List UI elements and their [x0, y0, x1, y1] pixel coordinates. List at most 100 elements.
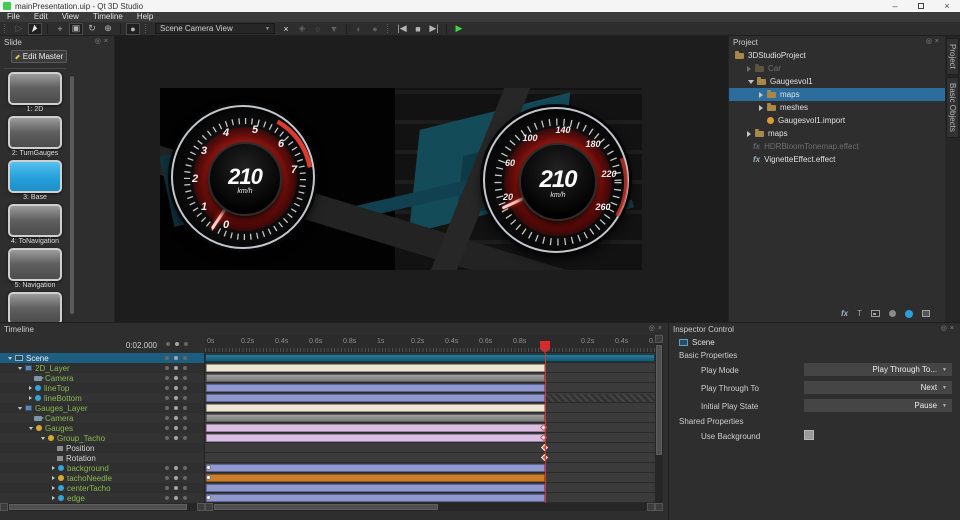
- pin-icon[interactable]: ◎: [926, 38, 935, 45]
- row-toggles[interactable]: [165, 366, 192, 371]
- slide-thumbnail[interactable]: [8, 248, 62, 281]
- track-tachoneedle[interactable]: [205, 473, 655, 483]
- tracks-horizontal-scrollbar[interactable]: [205, 503, 655, 511]
- menu-help[interactable]: Help: [130, 12, 160, 22]
- pin-icon[interactable]: ◎: [649, 325, 658, 332]
- select-tool[interactable]: [28, 23, 42, 35]
- collapse-arrow-icon[interactable]: [29, 427, 33, 430]
- slide-item[interactable]: 5: Navigation: [0, 248, 70, 289]
- slide-thumbnail[interactable]: [8, 72, 62, 105]
- timeline-row-rotation[interactable]: Rotation: [0, 453, 204, 463]
- slide-thumbnail[interactable]: [8, 116, 62, 149]
- step-forward-button[interactable]: ▶|: [427, 23, 441, 35]
- row-toggles[interactable]: [165, 436, 192, 441]
- playhead-time-field[interactable]: 0:02.000: [126, 341, 157, 350]
- orbit-tool[interactable]: ▼: [327, 23, 341, 35]
- timeline-row-2d-layer[interactable]: 2D_Layer: [0, 363, 204, 373]
- tab-basic-objects[interactable]: Basic Objects: [946, 77, 959, 138]
- track-edge[interactable]: [205, 493, 655, 503]
- timeline-row-group-tacho[interactable]: Group_Tacho: [0, 433, 204, 443]
- timeline-row-edge[interactable]: edge: [0, 493, 204, 503]
- expand-arrow-icon[interactable]: [52, 486, 55, 490]
- rewind-button[interactable]: |◀: [395, 23, 409, 35]
- time-bar[interactable]: [206, 384, 545, 392]
- pin-icon[interactable]: ◎: [941, 325, 950, 332]
- timeline-row-camera[interactable]: Camera: [0, 373, 204, 383]
- add-component-icon[interactable]: [922, 310, 930, 317]
- row-toggles[interactable]: [165, 476, 192, 481]
- sticky-select-toggle[interactable]: ●: [126, 23, 140, 35]
- time-bar[interactable]: [206, 414, 545, 422]
- row-toggles[interactable]: [165, 376, 192, 381]
- slide-item[interactable]: 4: ToNavigation: [0, 204, 70, 245]
- collapse-arrow-icon[interactable]: [18, 407, 22, 410]
- add-image-icon[interactable]: [871, 310, 880, 317]
- scene-viewport[interactable]: 210 km/h 0 1 2 3 4 5 6 7 210 km/h 20: [115, 36, 728, 322]
- minimize-button[interactable]: –: [882, 0, 908, 12]
- track-rotation[interactable]: [205, 453, 655, 463]
- playhead-handle[interactable]: [540, 341, 550, 353]
- keyframe-circle[interactable]: [206, 495, 211, 500]
- play-button[interactable]: ▶: [452, 23, 466, 35]
- initial-play-state-dropdown[interactable]: Pause ▼: [804, 399, 952, 412]
- tree-item-vignetteeffect-effect[interactable]: fxVignetteEffect.effect: [729, 153, 946, 166]
- expand-arrow-icon[interactable]: [52, 496, 55, 500]
- timeline-row-gauges-layer[interactable]: Gauges_Layer: [0, 403, 204, 413]
- time-bar[interactable]: [206, 464, 545, 472]
- close-icon[interactable]: ×: [950, 325, 957, 332]
- track-linetop[interactable]: [205, 383, 655, 393]
- expand-arrow-icon[interactable]: [747, 66, 751, 72]
- tab-project[interactable]: Project: [946, 38, 959, 75]
- close-icon[interactable]: ×: [658, 325, 665, 332]
- time-bar[interactable]: [206, 484, 545, 492]
- collapse-arrow-icon[interactable]: [748, 80, 754, 84]
- close-icon[interactable]: ×: [104, 38, 111, 45]
- tree-item-meshes[interactable]: meshes: [729, 101, 946, 114]
- zoom-tool[interactable]: ○: [311, 23, 325, 35]
- timeline-row-tachoneedle[interactable]: tachoNeedle: [0, 473, 204, 483]
- use-background-checkbox[interactable]: [804, 430, 814, 440]
- snap-toggle-icon[interactable]: ▷: [12, 23, 26, 35]
- track-position[interactable]: [205, 443, 655, 453]
- tree-item-maps[interactable]: maps: [729, 127, 946, 140]
- keyframe-circle[interactable]: [206, 465, 211, 470]
- expand-arrow-icon[interactable]: [747, 131, 751, 137]
- track-camera[interactable]: [205, 373, 655, 383]
- collapse-arrow-icon[interactable]: [41, 437, 45, 440]
- track-scene[interactable]: [205, 353, 655, 363]
- time-bar[interactable]: [206, 404, 545, 412]
- rendered-scene[interactable]: 210 km/h 0 1 2 3 4 5 6 7 210 km/h 20: [160, 88, 642, 270]
- menu-edit[interactable]: Edit: [27, 12, 55, 22]
- stop-button[interactable]: ■: [411, 23, 425, 35]
- tree-item-maps-selected[interactable]: maps: [729, 88, 946, 101]
- tracks-vertical-scrollbar[interactable]: [655, 335, 663, 511]
- row-toggles[interactable]: [165, 496, 192, 501]
- scale-tool[interactable]: ▣: [69, 23, 83, 35]
- timeline-ruler[interactable]: 0s 0.2s 0.4s 0.6s 0.8s 1s 0.2s 0.4s 0.6s…: [205, 335, 655, 353]
- playhead-line[interactable]: [545, 353, 546, 503]
- time-bar[interactable]: [205, 354, 655, 362]
- track-group-tacho[interactable]: [205, 433, 655, 443]
- pin-icon[interactable]: ◎: [95, 38, 104, 45]
- add-text-icon[interactable]: T: [857, 309, 862, 318]
- slide-thumbnail[interactable]: [8, 292, 62, 325]
- rotate-tool[interactable]: ↻: [85, 23, 99, 35]
- row-toggles[interactable]: [165, 486, 192, 491]
- slide-thumbnail-selected[interactable]: [8, 160, 62, 193]
- track-background[interactable]: [205, 463, 655, 473]
- add-effect-icon[interactable]: fx: [841, 309, 848, 318]
- timeline-row-linetop[interactable]: lineTop: [0, 383, 204, 393]
- add-material-icon[interactable]: [889, 310, 896, 317]
- toolbar-drag-handle[interactable]: [387, 24, 390, 33]
- row-toggles[interactable]: [165, 396, 192, 401]
- timeline-row-background[interactable]: background: [0, 463, 204, 473]
- expand-arrow-icon[interactable]: [29, 386, 32, 390]
- slide-item[interactable]: 1: 2D: [0, 72, 70, 113]
- row-toggles[interactable]: [165, 416, 192, 421]
- close-button[interactable]: ×: [934, 0, 960, 12]
- keyframe-circle[interactable]: [206, 475, 211, 480]
- fit-selected-button[interactable]: ×: [279, 23, 293, 35]
- collapse-arrow-icon[interactable]: [18, 367, 22, 370]
- tree-horizontal-scrollbar[interactable]: [0, 503, 205, 511]
- time-bar[interactable]: [206, 474, 545, 482]
